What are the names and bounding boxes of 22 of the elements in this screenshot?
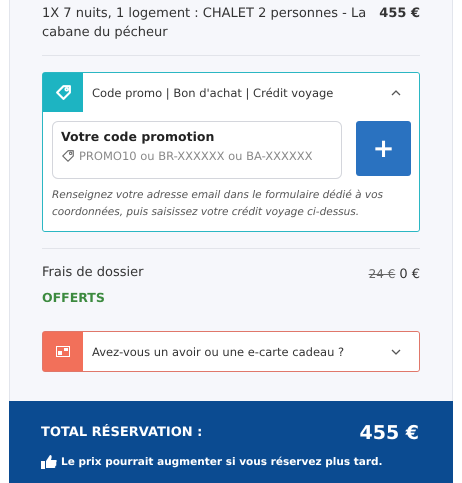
- fees-price: 0 €: [399, 267, 420, 282]
- total-amount: 455 €: [360, 421, 419, 445]
- price-note: Le prix pourrait augmenter si vous réservez plus tard.: [61, 456, 383, 468]
- offered-label: OFFERTS: [42, 290, 106, 305]
- total-label: TOTAL RÉSERVATION :: [41, 423, 202, 442]
- tag-icon: [54, 84, 72, 101]
- fees-label: Frais de dossier: [42, 264, 144, 282]
- chevron-icon: [391, 90, 401, 96]
- gift-card-icon: [56, 346, 70, 357]
- tag-icon: [61, 149, 75, 163]
- thumbs-up-icon: [41, 455, 57, 469]
- help-text: Renseignez votre adresse email dans le formulaire dédié à vos coordonnées, puis saisissez votre crédit voyage ci-dessus.: [52, 188, 384, 220]
- field-label: Votre code promotion: [61, 129, 216, 144]
- add-button[interactable]: +: [356, 121, 411, 176]
- promo-title: Code promo | Bon d'achat | Crédit voyage: [91, 86, 334, 100]
- old-price: 24 €: [368, 267, 396, 281]
- chevron-icon: [391, 348, 401, 354]
- gift-header[interactable]: Avez-vous un avoir ou une e-carte cadeau ?: [43, 332, 419, 371]
- line-item-label: 1X 7 nuits, 1 logement : CHALET 2 personnes - La cabane du pécheur: [42, 5, 368, 42]
- promo-header[interactable]: Code promo | Bon d'achat | Crédit voyage: [43, 73, 419, 112]
- line-item-price: 455 €: [379, 5, 420, 23]
- gift-title: Avez-vous un avoir ou une e-carte cadeau ?: [91, 344, 346, 358]
